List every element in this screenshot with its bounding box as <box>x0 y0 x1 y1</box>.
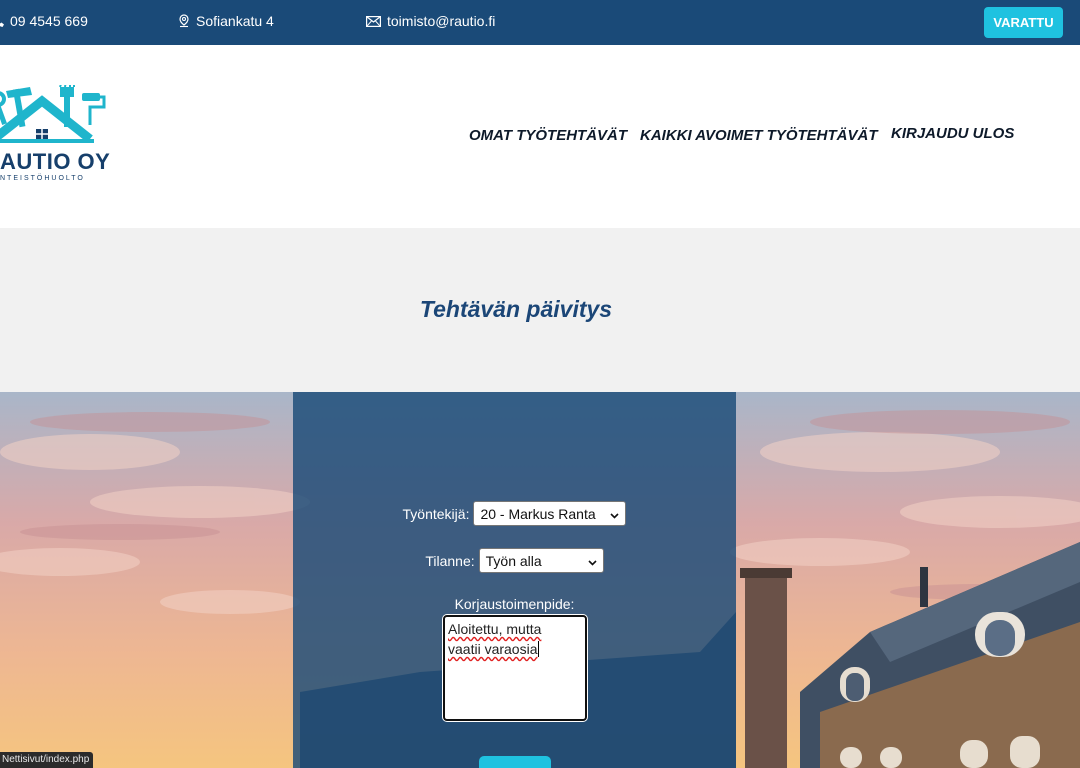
submit-button[interactable] <box>479 756 551 768</box>
employee-row: Työntekijä: 20 - Markus Ranta <box>293 501 736 526</box>
mail-icon <box>366 15 381 27</box>
address-info: Sofiankatu 4 <box>178 13 274 29</box>
email-info: toimisto@rautio.fi <box>366 13 495 29</box>
action-label: Korjaustoimenpide: <box>454 596 575 612</box>
employee-select[interactable]: 20 - Markus Ranta <box>473 501 627 526</box>
nav-logout[interactable]: KIRJAUDU ULOS <box>891 125 1014 142</box>
action-textarea[interactable]: Aloitettu, mutta vaatii varaosia <box>443 615 587 721</box>
top-contact-bar: 09 4545 669 Sofiankatu 4 toimisto@rautio… <box>0 0 1080 45</box>
status-bar-url: Nettisivut/index.php <box>0 752 94 768</box>
status-label: Tilanne: <box>425 552 475 569</box>
text-caret <box>537 641 539 657</box>
page-title: Tehtävän päivitys <box>419 296 613 322</box>
status-select[interactable]: Työn alla <box>478 548 604 573</box>
phone-info: 09 4545 669 <box>0 13 88 29</box>
status-row: Tilanne: Työn alla <box>293 548 736 573</box>
booked-button[interactable]: VARATTU <box>984 7 1063 38</box>
action-text-line-2: vaatii varaosia <box>448 641 538 657</box>
phone-number[interactable]: 09 4545 669 <box>10 13 88 29</box>
action-text-line-1: Aloitettu, mutta <box>448 621 542 637</box>
title-band: Tehtävän päivitys <box>0 228 1080 392</box>
action-label-row: Korjaustoimenpide: <box>293 596 736 612</box>
status-selected-value: Työn alla <box>485 552 542 569</box>
nav-my-tasks[interactable]: OMAT TYÖTEHTÄVÄT <box>469 127 627 144</box>
employee-label: Työntekijä: <box>402 505 470 522</box>
location-pin-icon <box>178 14 190 28</box>
employee-selected-value: 20 - Markus Ranta <box>480 505 596 522</box>
company-logo[interactable]: AUTIO OY NTEISTÖHUOLTO <box>0 80 126 185</box>
email-link[interactable]: toimisto@rautio.fi <box>387 13 495 29</box>
phone-icon <box>0 15 4 27</box>
task-update-form: Työntekijä: 20 - Markus Ranta Tilanne: T… <box>293 392 736 768</box>
address-text: Sofiankatu 4 <box>196 13 274 29</box>
site-header: AUTIO OY NTEISTÖHUOLTO OMAT TYÖTEHTÄVÄT … <box>0 45 1080 228</box>
chevron-down-icon <box>588 553 597 569</box>
nav-all-open-tasks[interactable]: KAIKKI AVOIMET TYÖTEHTÄVÄT <box>640 127 878 144</box>
logo-subtitle: NTEISTÖHUOLTO <box>0 175 85 182</box>
logo-name: AUTIO OY <box>0 149 111 174</box>
chevron-down-icon <box>610 506 620 522</box>
